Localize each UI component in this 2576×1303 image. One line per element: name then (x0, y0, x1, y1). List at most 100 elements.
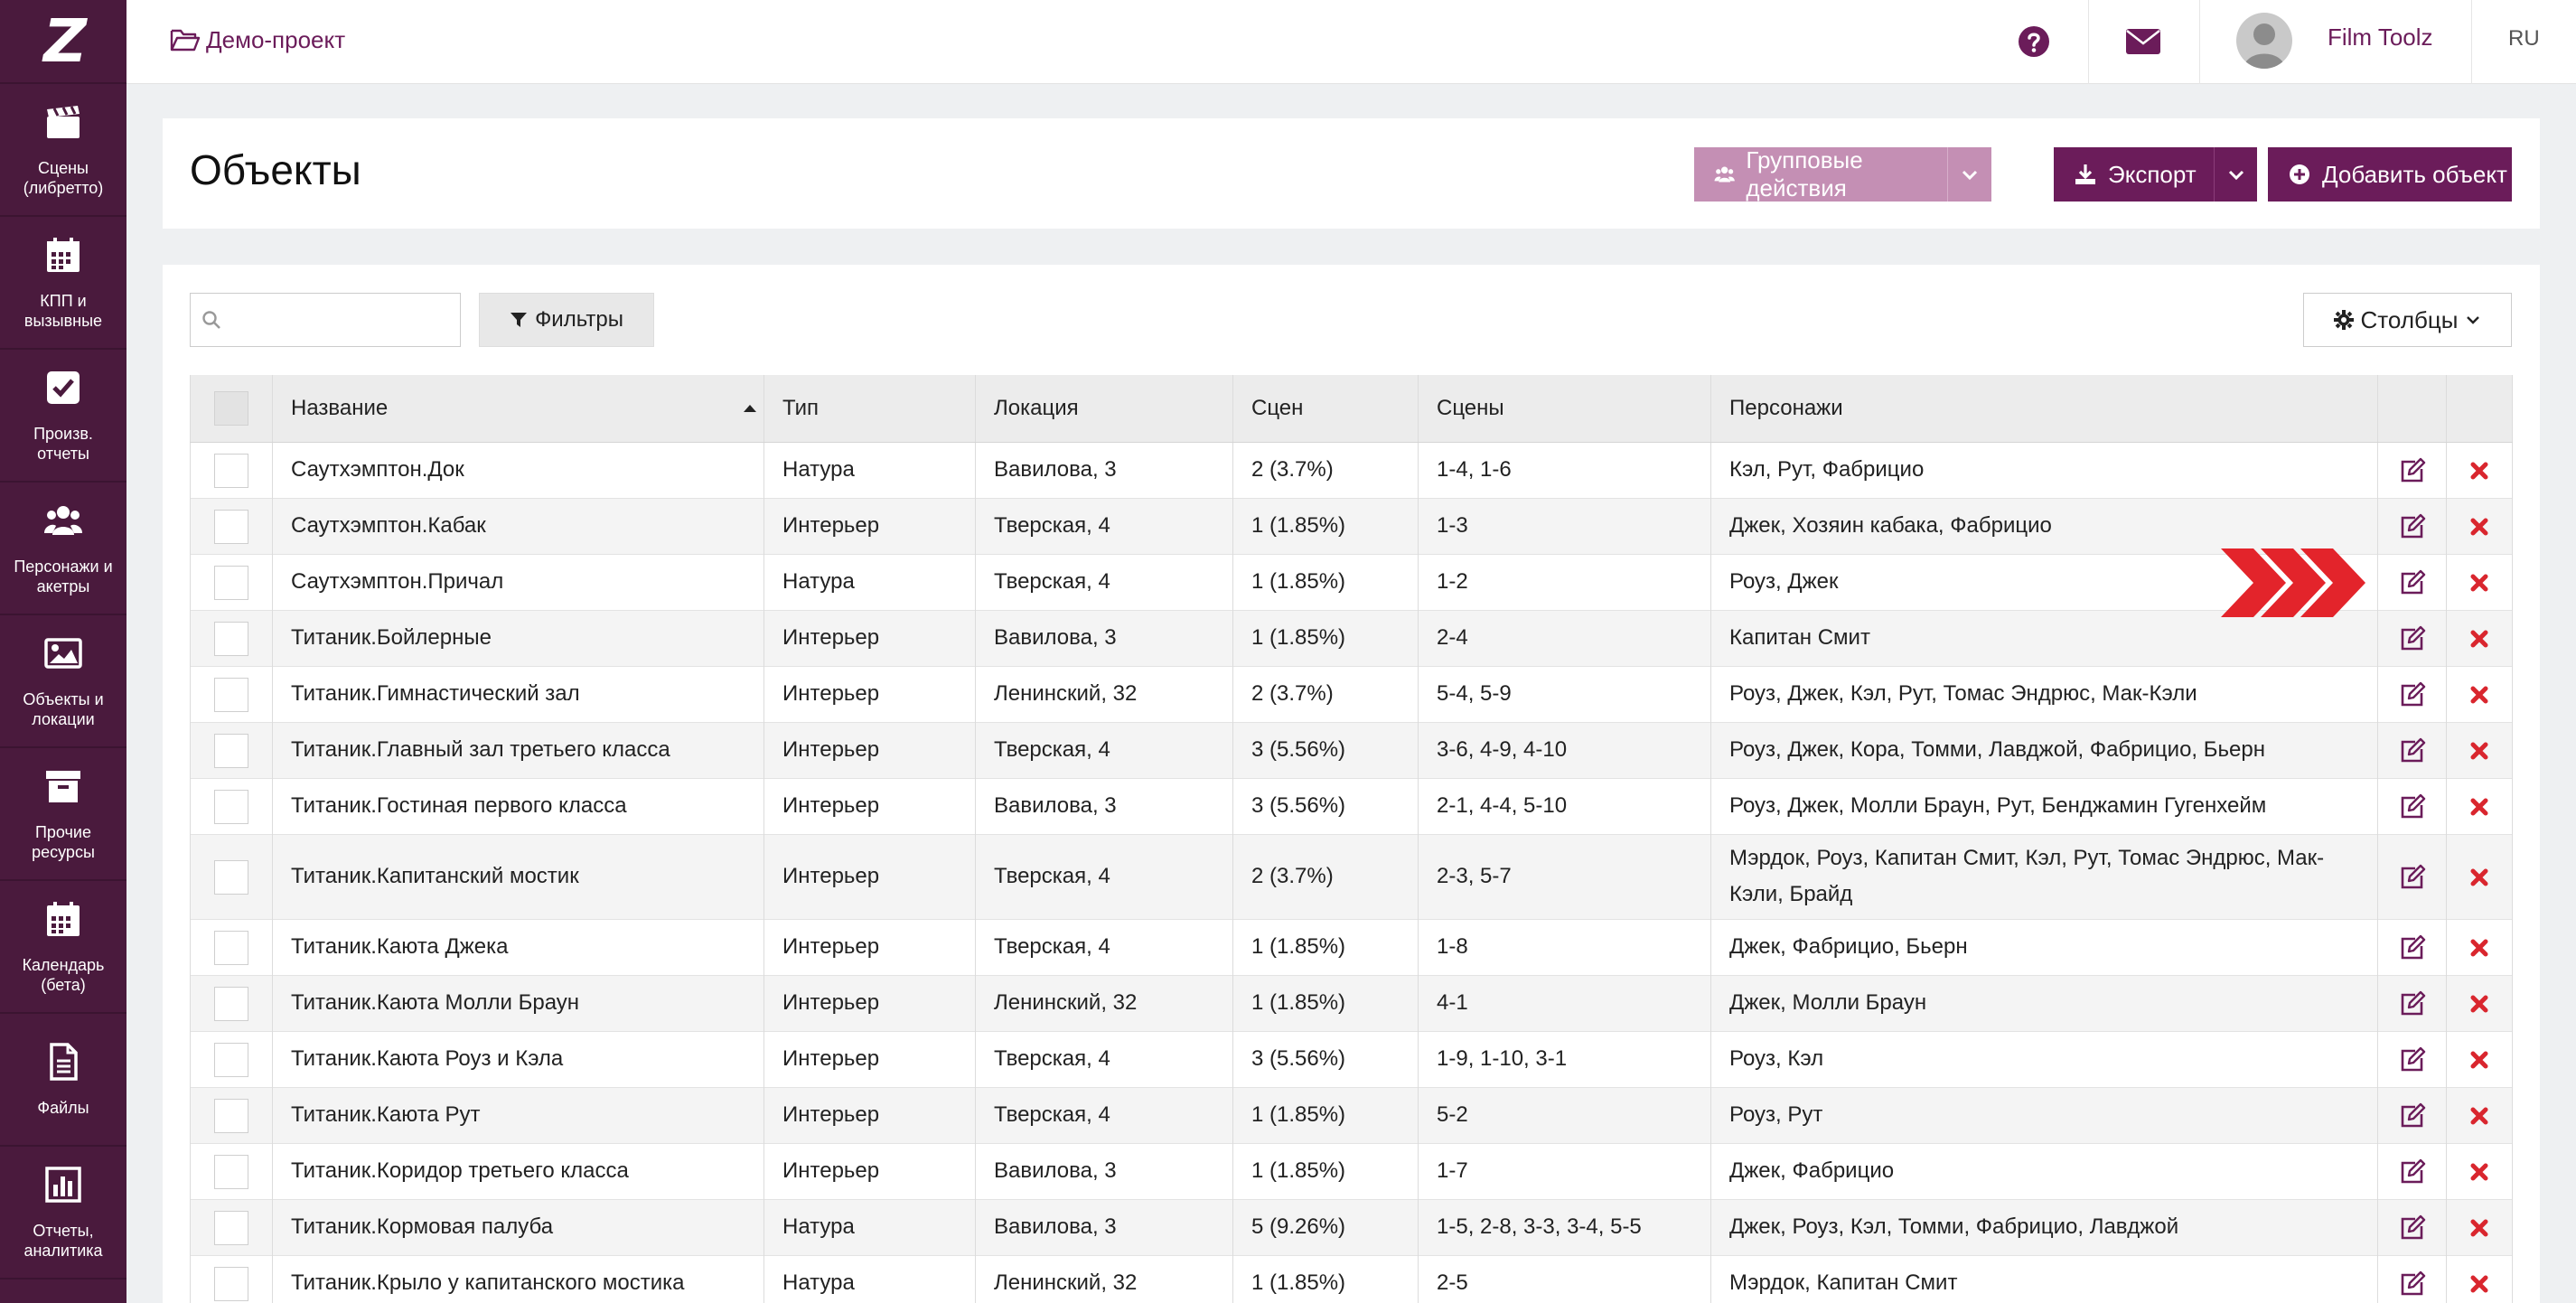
export-dropdown-toggle[interactable] (2214, 147, 2257, 202)
row-checkbox[interactable] (214, 1098, 248, 1133)
edit-icon[interactable] (2399, 1158, 2426, 1186)
edit-icon[interactable] (2399, 1270, 2426, 1298)
columns-button[interactable]: Столбцы (2303, 293, 2512, 347)
cell-name: Титаник.Капитанский мостик (272, 833, 764, 919)
cell-type: Натура (763, 553, 976, 610)
topbar: Демо-проект Film Toolz RU (126, 0, 2576, 84)
cell-scene-count: 1 (1.85%) (1232, 974, 1419, 1031)
sidebar-item-scenes[interactable]: Сцены (либретто) (0, 84, 126, 217)
delete-icon[interactable] (2466, 934, 2493, 961)
edit-icon[interactable] (2399, 513, 2426, 540)
export-button[interactable]: Экспорт (2054, 147, 2214, 202)
edit-icon[interactable] (2399, 934, 2426, 961)
cell-characters: Джек, Роуз, Кэл, Томми, Фабрицио, Лавджо… (1710, 1198, 2378, 1255)
edit-icon[interactable] (2399, 625, 2426, 652)
app-logo[interactable]: Z (0, 0, 126, 84)
row-checkbox[interactable] (214, 986, 248, 1021)
row-checkbox[interactable] (214, 930, 248, 965)
cell-scene-count: 1 (1.85%) (1232, 1086, 1419, 1143)
row-checkbox[interactable] (214, 1266, 248, 1301)
row-checkbox[interactable] (214, 789, 248, 824)
column-header-name[interactable]: Название (272, 375, 764, 443)
checkbox-icon (43, 368, 83, 408)
group-actions-button[interactable]: Групповые действия (1694, 146, 1947, 202)
delete-icon[interactable] (2466, 1158, 2493, 1186)
mail-icon[interactable] (2126, 29, 2160, 54)
project-link[interactable]: Демо-проект (170, 22, 345, 58)
row-checkbox[interactable] (214, 453, 248, 488)
column-header-scene-count[interactable]: Сцен (1232, 375, 1419, 443)
group-actions-label: Групповые действия (1746, 146, 1863, 202)
row-checkbox[interactable] (214, 677, 248, 712)
column-label: Сцены (1437, 395, 1504, 420)
row-checkbox[interactable] (214, 1154, 248, 1189)
row-checkbox[interactable] (214, 1042, 248, 1077)
row-select-cell (190, 721, 273, 778)
cell-type: Интерьер (763, 1030, 976, 1087)
edit-icon[interactable] (2399, 1214, 2426, 1242)
cell-location: Тверская, 4 (975, 497, 1233, 554)
row-checkbox[interactable] (214, 621, 248, 656)
sidebar-item-calendar[interactable]: Календарь (бета) (0, 881, 126, 1014)
sidebar-item-reports[interactable]: Произв. отчеты (0, 350, 126, 483)
column-header-location[interactable]: Локация (975, 375, 1233, 443)
cell-scene-count: 2 (3.7%) (1232, 441, 1419, 498)
add-object-button[interactable]: Добавить объект (2268, 147, 2512, 202)
column-header-type[interactable]: Тип (763, 375, 976, 443)
edit-icon[interactable] (2399, 569, 2426, 596)
edit-icon[interactable] (2399, 457, 2426, 484)
sidebar-item-resources[interactable]: Прочие ресурсы (0, 748, 126, 881)
cell-location: Вавилова, 3 (975, 609, 1233, 666)
cell-type: Интерьер (763, 721, 976, 778)
edit-icon[interactable] (2399, 864, 2426, 891)
edit-icon[interactable] (2399, 990, 2426, 1017)
archive-icon (43, 766, 83, 806)
column-header-scenes[interactable]: Сцены (1418, 375, 1711, 443)
column-header-characters[interactable]: Персонажи (1710, 375, 2378, 443)
edit-icon[interactable] (2399, 1046, 2426, 1073)
row-checkbox[interactable] (214, 509, 248, 544)
delete-icon[interactable] (2466, 569, 2493, 596)
help-icon[interactable] (2018, 25, 2050, 58)
edit-icon[interactable] (2399, 681, 2426, 708)
sidebar-item-characters[interactable]: Персонажи и акетры (0, 483, 126, 615)
row-checkbox[interactable] (214, 1210, 248, 1245)
delete-icon[interactable] (2466, 457, 2493, 484)
delete-icon[interactable] (2466, 625, 2493, 652)
delete-icon[interactable] (2466, 1214, 2493, 1242)
group-actions-dropdown-toggle[interactable] (1947, 147, 1991, 202)
row-checkbox[interactable] (214, 565, 248, 600)
filters-button[interactable]: Фильтры (479, 293, 654, 347)
sidebar-item-objects[interactable]: Объекты и локации (0, 615, 126, 748)
edit-icon[interactable] (2399, 1102, 2426, 1130)
sidebar-item-kpp[interactable]: КПП и вызывные (0, 217, 126, 350)
language-switch[interactable]: RU (2508, 26, 2540, 52)
delete-icon[interactable] (2466, 1046, 2493, 1073)
delete-icon[interactable] (2466, 681, 2493, 708)
delete-icon[interactable] (2466, 1270, 2493, 1298)
delete-icon[interactable] (2466, 737, 2493, 764)
delete-icon[interactable] (2466, 990, 2493, 1017)
row-select-cell (190, 974, 273, 1031)
sidebar-item-files[interactable]: Файлы (0, 1014, 126, 1147)
edit-icon[interactable] (2399, 737, 2426, 764)
cell-scenes: 2-4 (1418, 609, 1711, 666)
delete-icon[interactable] (2466, 864, 2493, 891)
username[interactable]: Film Toolz (2328, 23, 2433, 52)
sidebar-item-analytics[interactable]: Отчеты, аналитика (0, 1147, 126, 1280)
row-checkbox[interactable] (214, 733, 248, 768)
row-select-cell (190, 777, 273, 834)
delete-icon[interactable] (2466, 513, 2493, 540)
select-all-checkbox[interactable] (214, 390, 248, 426)
edit-icon[interactable] (2399, 793, 2426, 820)
search-input[interactable] (230, 307, 447, 333)
delete-icon[interactable] (2466, 793, 2493, 820)
edit-cell (2377, 721, 2447, 778)
cell-characters: Роуз, Рут (1710, 1086, 2378, 1143)
delete-cell (2446, 441, 2513, 498)
avatar[interactable] (2236, 13, 2292, 69)
objects-table-card: Фильтры Столбцы Название Тип Локация Сце… (163, 265, 2540, 1303)
delete-icon[interactable] (2466, 1102, 2493, 1130)
row-checkbox[interactable] (214, 859, 248, 895)
edit-cell (2377, 441, 2447, 498)
